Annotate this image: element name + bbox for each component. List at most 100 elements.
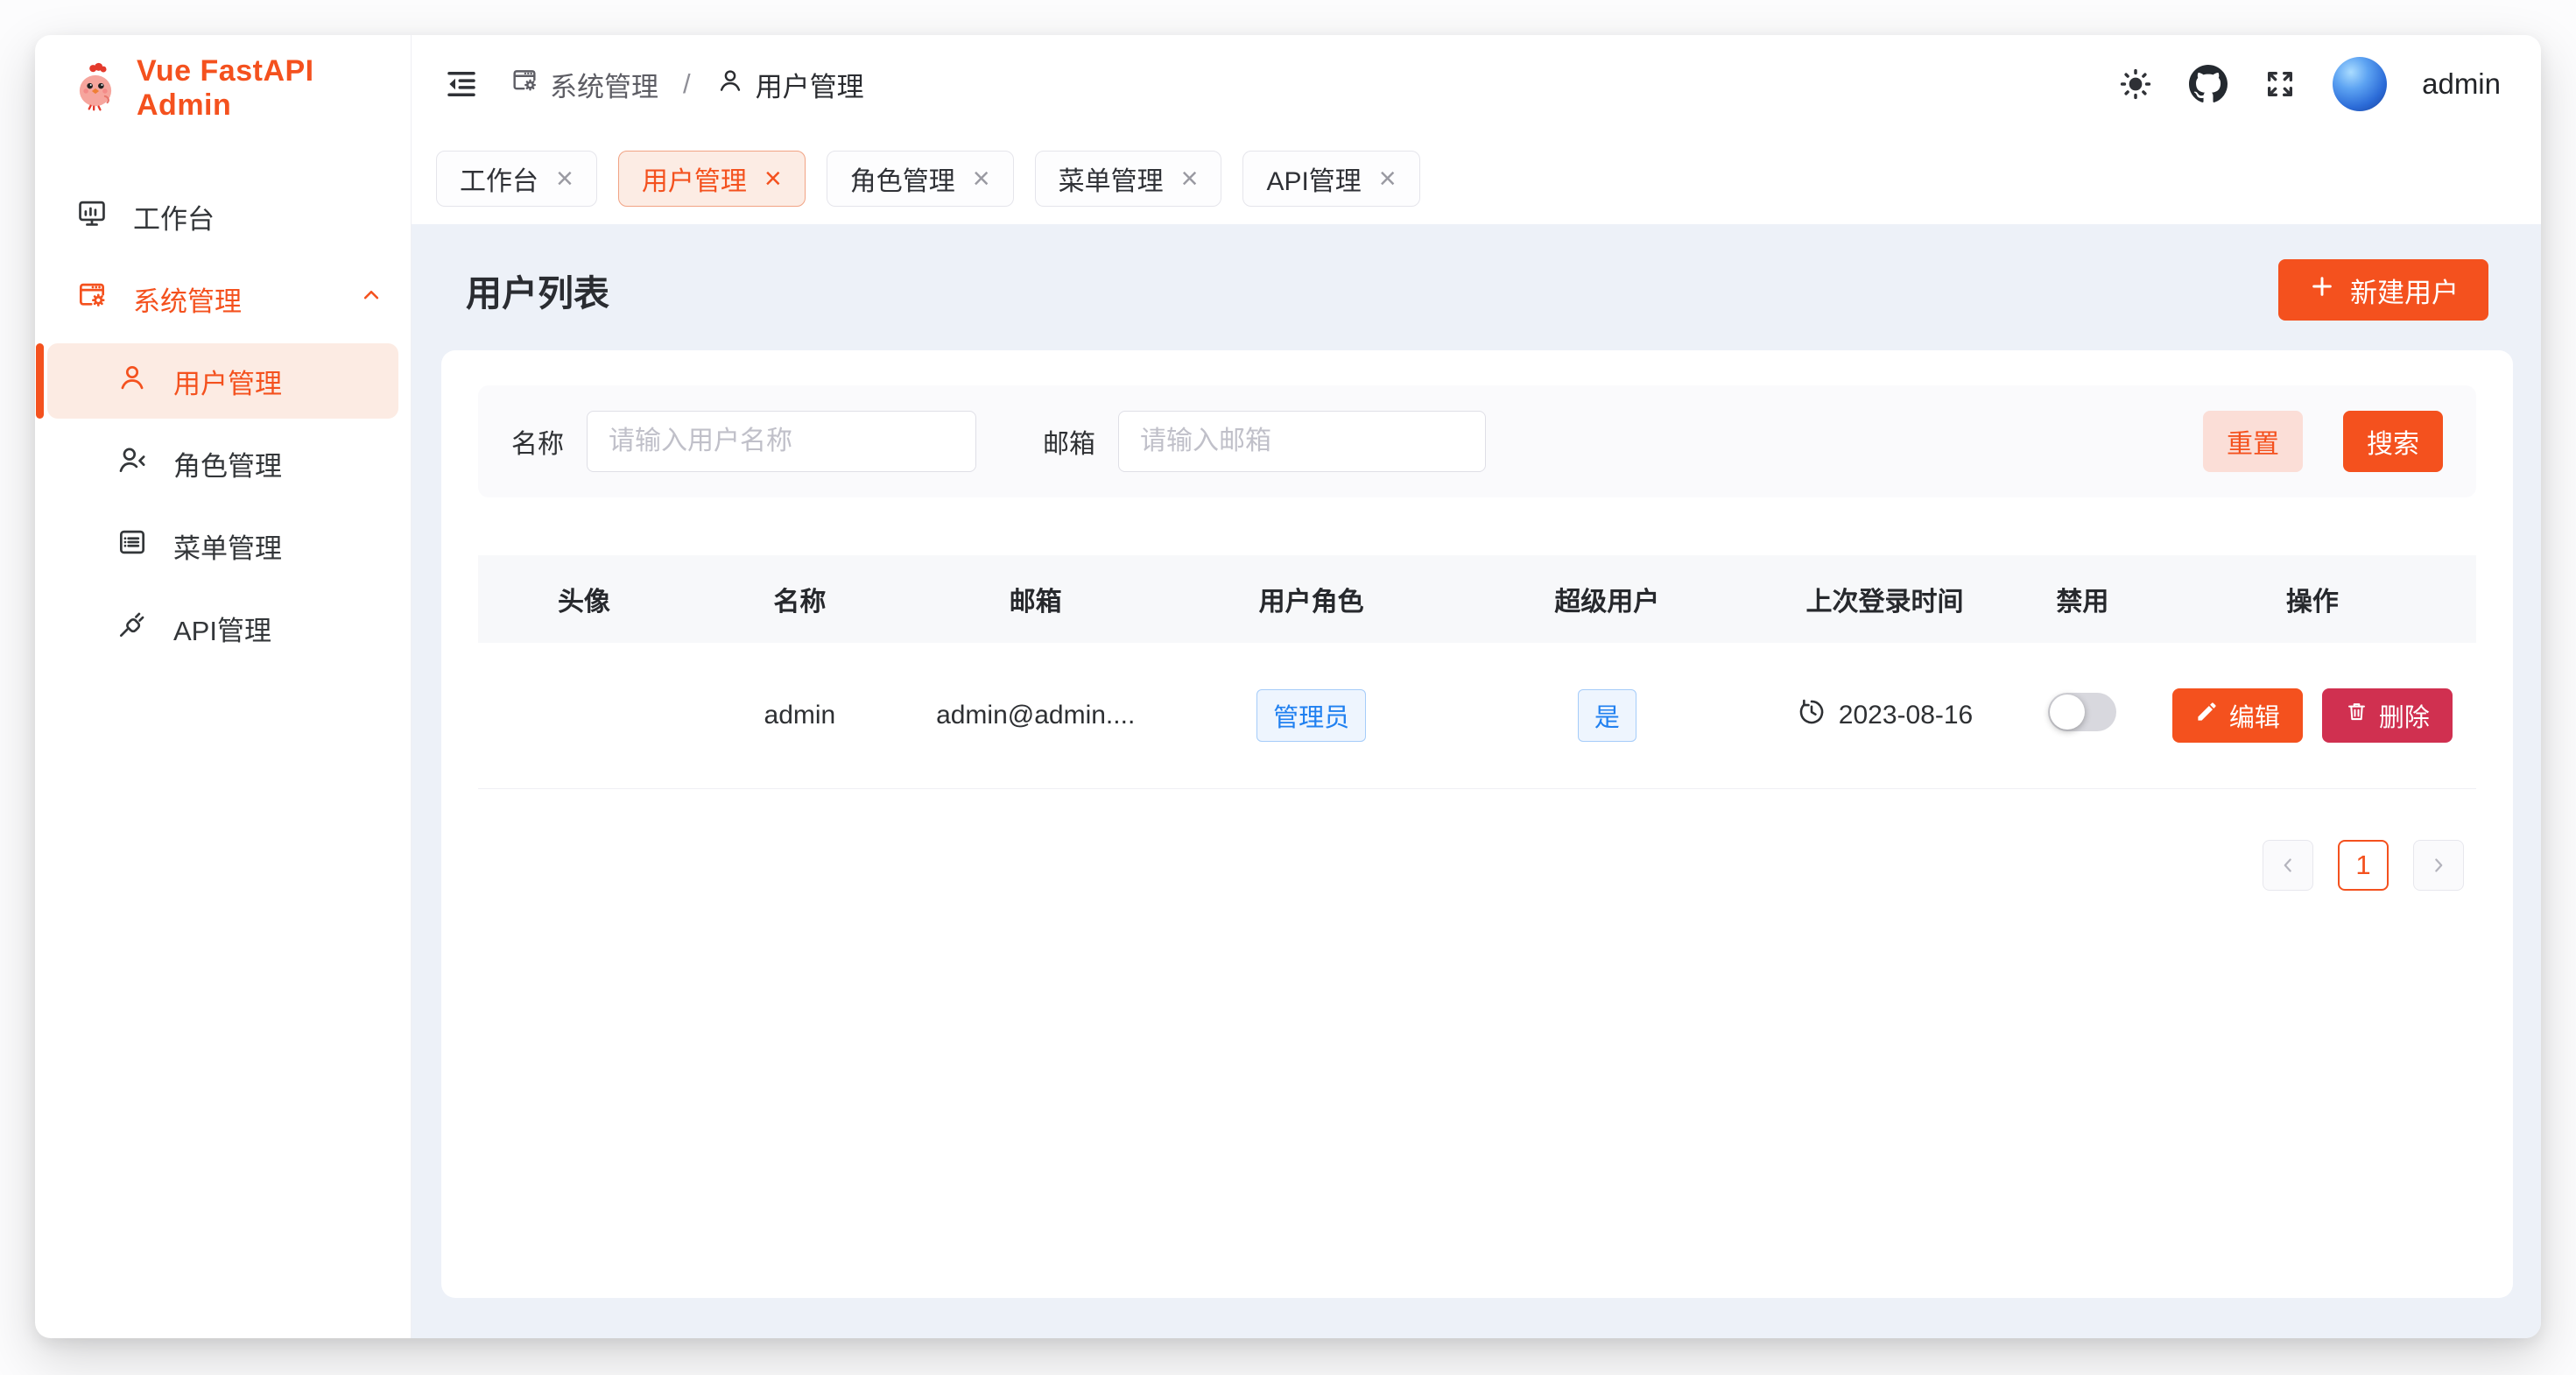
col-actions: 操作 — [2149, 555, 2476, 643]
active-indicator-bar — [36, 343, 44, 419]
tab-label: 菜单管理 — [1059, 159, 1164, 198]
chick-logo-icon — [70, 61, 121, 116]
page-title: 用户列表 — [466, 264, 609, 316]
page-number-1[interactable]: 1 — [2338, 840, 2389, 891]
user-role-icon — [116, 443, 149, 483]
cell-name: admin — [690, 643, 910, 788]
pencil-icon — [2195, 700, 2219, 730]
window-gear-icon — [75, 279, 109, 319]
tab-label: 角色管理 — [850, 159, 955, 198]
create-user-button[interactable]: 新建用户 — [2278, 259, 2488, 321]
breadcrumb-label: 系统管理 — [550, 65, 658, 104]
fullscreen-icon[interactable] — [2263, 67, 2298, 102]
sidebar-item-label: 用户管理 — [173, 362, 282, 401]
monitor-icon — [75, 196, 109, 236]
cell-last-login: 2023-08-16 — [1753, 643, 2016, 788]
cell-disabled — [2016, 643, 2149, 788]
breadcrumb: 系统管理 / 用户管理 — [510, 65, 864, 104]
cell-avatar — [478, 643, 690, 788]
chevron-up-icon — [358, 282, 384, 315]
email-input[interactable] — [1118, 411, 1486, 472]
col-avatar: 头像 — [478, 555, 690, 643]
sidebar-item-menu-management[interactable]: 菜单管理 — [47, 508, 398, 583]
table-header-row: 头像 名称 邮箱 用户角色 超级用户 上次登录时间 禁用 操作 — [478, 555, 2476, 643]
github-icon[interactable] — [2189, 65, 2228, 103]
col-superuser: 超级用户 — [1461, 555, 1753, 643]
create-user-label: 新建用户 — [2350, 271, 2459, 310]
breadcrumb-separator: / — [683, 68, 691, 100]
sidebar-item-label: 工作台 — [133, 197, 215, 236]
user-icon — [715, 66, 745, 102]
sidebar-item-label: 系统管理 — [133, 279, 242, 319]
users-table: 头像 名称 邮箱 用户角色 超级用户 上次登录时间 禁用 操作 — [478, 555, 2476, 789]
tab-role-management[interactable]: 角色管理 × — [827, 151, 1014, 207]
tab-close-icon[interactable]: × — [1379, 164, 1397, 194]
superuser-tag: 是 — [1578, 689, 1636, 742]
breadcrumb-current[interactable]: 用户管理 — [715, 65, 864, 104]
collapse-sidebar-icon[interactable] — [443, 66, 480, 102]
tab-user-management[interactable]: 用户管理 × — [618, 151, 806, 207]
user-icon — [116, 361, 149, 401]
tab-close-icon[interactable]: × — [764, 164, 782, 194]
sidebar: Vue FastAPI Admin 工作台 — [35, 35, 412, 1338]
plus-icon — [2308, 272, 2336, 307]
main-area: 系统管理 / 用户管理 — [412, 35, 2541, 1338]
col-name: 名称 — [690, 555, 910, 643]
content-area: 用户列表 新建用户 名称 邮箱 — [412, 224, 2541, 1338]
delete-label: 删除 — [2379, 697, 2430, 734]
content-card: 名称 邮箱 重置 搜索 — [441, 350, 2513, 1298]
app-window: Vue FastAPI Admin 工作台 — [35, 35, 2541, 1338]
app-title: Vue FastAPI Admin — [137, 54, 411, 123]
app-logo[interactable]: Vue FastAPI Admin — [35, 35, 411, 142]
sidebar-item-label: 角色管理 — [173, 444, 282, 483]
username[interactable]: admin — [2422, 67, 2501, 101]
edit-label: 编辑 — [2229, 697, 2280, 734]
sidebar-item-label: 菜单管理 — [173, 526, 282, 566]
delete-button[interactable]: 删除 — [2322, 688, 2453, 743]
table-row: admin admin@admin.... 管理员 是 — [478, 643, 2476, 788]
topbar-actions: admin — [2117, 57, 2501, 111]
col-disabled: 禁用 — [2016, 555, 2149, 643]
search-form: 名称 邮箱 重置 搜索 — [478, 385, 2476, 497]
sidebar-menu: 工作台 系统管理 — [35, 142, 411, 673]
prev-page-button[interactable] — [2263, 840, 2313, 891]
next-page-button[interactable] — [2413, 840, 2464, 891]
theme-sun-icon[interactable] — [2117, 66, 2154, 102]
reset-button[interactable]: 重置 — [2203, 411, 2303, 472]
cell-actions: 编辑 — [2149, 643, 2476, 788]
sidebar-item-role-management[interactable]: 角色管理 — [47, 426, 398, 501]
role-tag: 管理员 — [1256, 689, 1366, 742]
plug-icon — [116, 608, 149, 648]
edit-button[interactable]: 编辑 — [2172, 688, 2303, 743]
sidebar-item-user-management[interactable]: 用户管理 — [47, 343, 398, 419]
sidebar-item-workbench[interactable]: 工作台 — [35, 179, 411, 254]
tab-close-icon[interactable]: × — [1181, 164, 1199, 194]
sidebar-item-label: API管理 — [173, 609, 271, 648]
tab-label: 工作台 — [460, 159, 538, 198]
last-login-value: 2023-08-16 — [1839, 701, 1973, 730]
pagination: 1 — [478, 840, 2476, 891]
tabs-bar: 工作台 × 用户管理 × 角色管理 × 菜单管理 × API管理 × — [412, 133, 2541, 224]
user-avatar[interactable] — [2333, 57, 2387, 111]
breadcrumb-label: 用户管理 — [756, 65, 864, 104]
tab-api-management[interactable]: API管理 × — [1242, 151, 1419, 207]
name-input[interactable] — [587, 411, 976, 472]
tab-workbench[interactable]: 工作台 × — [436, 151, 597, 207]
name-label: 名称 — [511, 422, 564, 461]
sidebar-item-system[interactable]: 系统管理 — [35, 261, 411, 336]
email-label: 邮箱 — [1043, 422, 1095, 461]
tab-menu-management[interactable]: 菜单管理 × — [1035, 151, 1222, 207]
tab-close-icon[interactable]: × — [973, 164, 990, 194]
tab-close-icon[interactable]: × — [556, 164, 574, 194]
topbar: 系统管理 / 用户管理 — [412, 35, 2541, 133]
search-button[interactable]: 搜索 — [2343, 411, 2443, 472]
breadcrumb-system[interactable]: 系统管理 — [510, 65, 658, 104]
tab-label: 用户管理 — [642, 159, 747, 198]
disabled-toggle[interactable] — [2048, 693, 2116, 731]
tab-label: API管理 — [1266, 159, 1361, 198]
content-header: 用户列表 新建用户 — [412, 224, 2541, 321]
col-email: 邮箱 — [910, 555, 1162, 643]
sidebar-item-api-management[interactable]: API管理 — [47, 590, 398, 666]
cell-role: 管理员 — [1161, 643, 1460, 788]
cell-superuser: 是 — [1461, 643, 1753, 788]
